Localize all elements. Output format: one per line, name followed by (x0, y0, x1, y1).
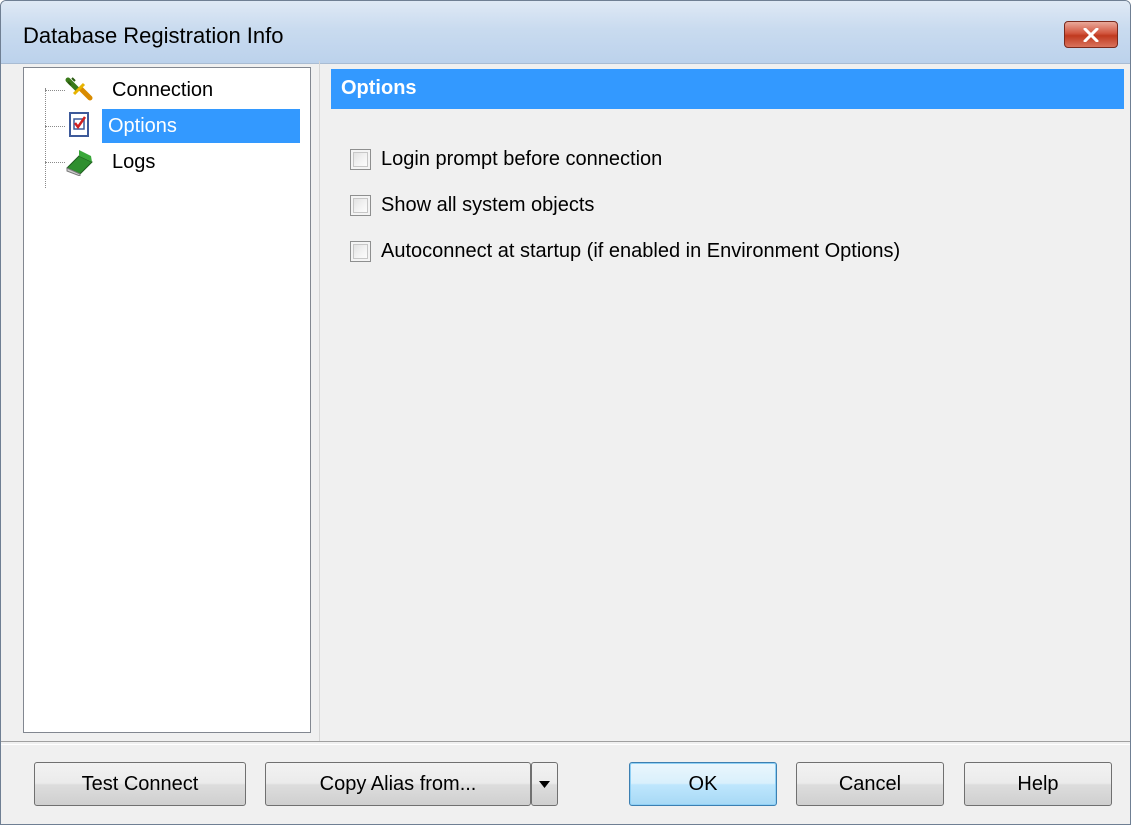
autoconnect-option[interactable]: Autoconnect at startup (if enabled in En… (350, 236, 900, 266)
login-prompt-option[interactable]: Login prompt before connection (350, 144, 662, 174)
tree-connector (45, 90, 65, 91)
cancel-button[interactable]: Cancel (796, 762, 944, 806)
copy-alias-dropdown-button[interactable] (531, 762, 558, 806)
close-icon (1083, 27, 1099, 42)
show-system-objects-option[interactable]: Show all system objects (350, 190, 594, 220)
connection-plug-icon (65, 77, 93, 101)
close-button[interactable] (1064, 21, 1118, 48)
test-connect-button[interactable]: Test Connect (34, 762, 246, 806)
tree-item-label: Logs (112, 151, 156, 173)
checkbox-label: Autoconnect at startup (if enabled in En… (381, 239, 901, 262)
navigation-tree[interactable]: Connection Options Logs (23, 67, 311, 733)
help-button[interactable]: Help (964, 762, 1112, 806)
tree-item-connection[interactable]: Connection (24, 72, 310, 108)
section-header: Options (331, 69, 1124, 109)
title-bar[interactable]: Database Registration Info (1, 1, 1130, 64)
logs-book-icon (66, 150, 93, 176)
tree-item-logs[interactable]: Logs (24, 144, 310, 180)
login-prompt-checkbox[interactable] (350, 148, 371, 170)
tree-item-options[interactable]: Options (24, 108, 310, 144)
tree-connector (45, 162, 65, 163)
tree-connector (45, 126, 65, 127)
checkbox-label: Show all system objects (381, 193, 595, 216)
tree-item-label: Options (102, 109, 300, 143)
autoconnect-checkbox[interactable] (350, 240, 371, 262)
show-system-objects-checkbox[interactable] (350, 194, 371, 216)
copy-alias-button[interactable]: Copy Alias from... (265, 762, 531, 806)
panel-divider (319, 61, 320, 742)
dialog-window: Database Registration Info Connection Op… (0, 0, 1131, 825)
options-checklist-icon (69, 112, 89, 137)
section-title: Options (341, 77, 417, 99)
bottom-divider (1, 741, 1130, 745)
chevron-down-icon (539, 780, 550, 788)
checkbox-label: Login prompt before connection (381, 147, 663, 170)
tree-item-label: Connection (112, 79, 214, 101)
window-title: Database Registration Info (23, 23, 284, 48)
ok-button[interactable]: OK (629, 762, 777, 806)
